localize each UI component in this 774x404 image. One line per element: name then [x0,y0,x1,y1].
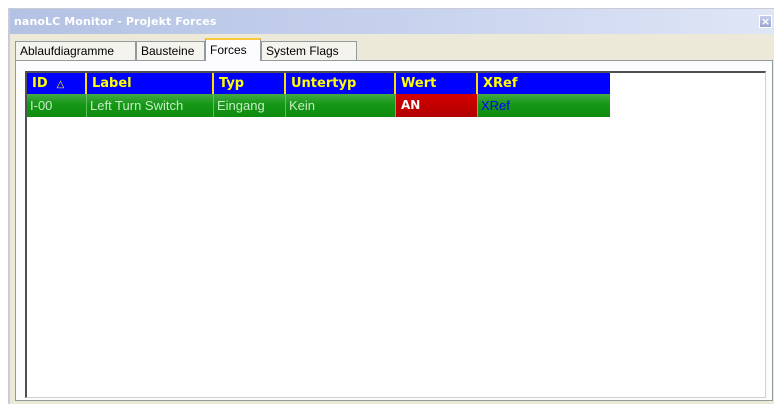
close-icon: × [760,15,771,28]
column-header-id-label: ID [32,76,48,91]
column-header-typ[interactable]: Typ [214,73,286,94]
tab-bausteine[interactable]: Bausteine [136,41,205,60]
title-bar[interactable]: nanoLC Monitor - Projekt Forces × [10,9,774,34]
column-header-xref[interactable]: XRef [478,73,610,94]
window-title: nanoLC Monitor - Projekt Forces [14,15,217,28]
cell-untertyp: Kein [286,94,396,117]
cell-label: Left Turn Switch [87,94,214,117]
forces-panel: ID △ Label Typ Untertyp Wert XRef I-00 Le… [15,60,773,401]
table-row[interactable]: I-00 Left Turn Switch Eingang Kein AN XR… [27,94,610,117]
column-header-label[interactable]: Label [87,73,214,94]
column-header-untertyp[interactable]: Untertyp [286,73,396,94]
tab-system-flags[interactable]: System Flags [261,41,357,60]
cell-typ: Eingang [214,94,286,117]
column-header-id[interactable]: ID △ [27,73,87,94]
close-button[interactable]: × [759,15,772,28]
monitor-window: nanoLC Monitor - Projekt Forces × Ablauf… [8,8,774,404]
table-header: ID △ Label Typ Untertyp Wert XRef [27,73,610,94]
column-header-wert[interactable]: Wert [396,73,478,94]
cell-wert[interactable]: AN [396,94,478,117]
tab-forces[interactable]: Forces [205,38,261,61]
forces-list[interactable]: ID △ Label Typ Untertyp Wert XRef I-00 Le… [25,71,766,398]
tab-ablaufdiagramme[interactable]: Ablaufdiagramme [15,41,136,60]
cell-id: I-00 [27,94,87,117]
cell-xref-link[interactable]: XRef [478,94,610,117]
sort-ascending-icon: △ [56,79,65,90]
